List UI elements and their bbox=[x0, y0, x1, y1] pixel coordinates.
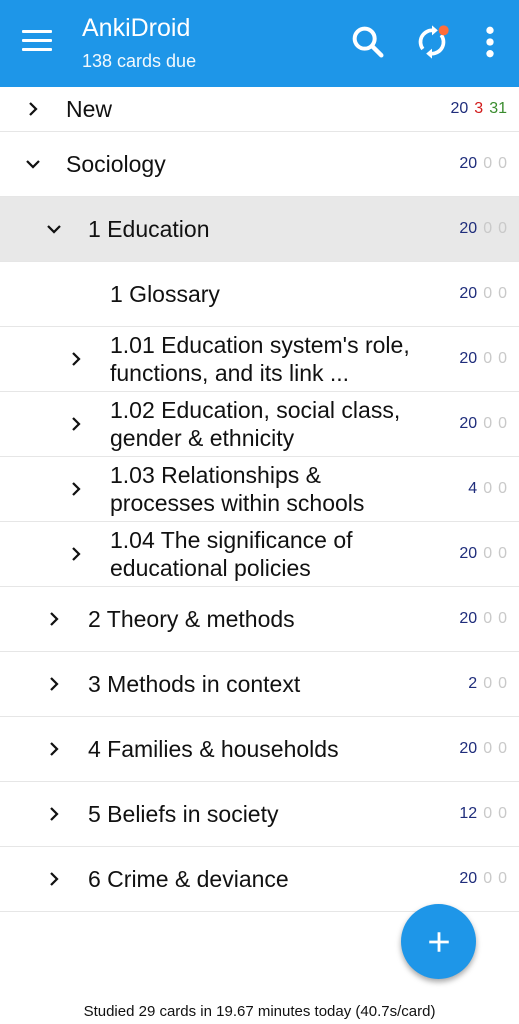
chevron-right-icon[interactable] bbox=[44, 869, 64, 889]
deck-row-crime[interactable]: 6 Crime & deviance 20 0 0 bbox=[0, 847, 519, 912]
deck-counts: 20 0 0 bbox=[459, 610, 507, 627]
deck-counts: 20 0 0 bbox=[459, 870, 507, 887]
sync-icon[interactable] bbox=[412, 22, 452, 62]
deck-row-theory-methods[interactable]: 2 Theory & methods 20 0 0 bbox=[0, 587, 519, 652]
deck-counts: 12 0 0 bbox=[459, 805, 507, 822]
deck-row-beliefs[interactable]: 5 Beliefs in society 12 0 0 bbox=[0, 782, 519, 847]
deck-name: 1.02 Education, social class, gender & e… bbox=[110, 397, 401, 451]
chevron-right-icon[interactable] bbox=[66, 414, 86, 434]
deck-counts: 20 0 0 bbox=[459, 350, 507, 367]
deck-row-methods-in-context[interactable]: 3 Methods in context 200 bbox=[0, 652, 519, 717]
cards-due-subtitle: 138 cards due bbox=[82, 51, 197, 71]
deck-name: 5 Beliefs in society bbox=[88, 801, 279, 827]
chevron-right-icon[interactable] bbox=[66, 479, 86, 499]
deck-name: 6 Crime & deviance bbox=[88, 866, 289, 892]
menu-icon[interactable] bbox=[22, 30, 52, 54]
deck-name: 2 Theory & methods bbox=[88, 606, 295, 632]
deck-counts: 20 0 0 bbox=[459, 285, 507, 302]
deck-row-1-04[interactable]: 1.04 The significance of educational pol… bbox=[0, 522, 519, 587]
deck-row-1-01[interactable]: 1.01 Education system's role, functions,… bbox=[0, 327, 519, 392]
deck-name: 3 Methods in context bbox=[88, 671, 301, 697]
app-title: AnkiDroid bbox=[82, 14, 191, 42]
chevron-right-icon[interactable] bbox=[44, 674, 64, 694]
chevron-down-icon[interactable] bbox=[23, 154, 43, 174]
deck-name: 1 Glossary bbox=[110, 281, 220, 307]
chevron-right-icon[interactable] bbox=[44, 804, 64, 824]
chevron-right-icon[interactable] bbox=[23, 99, 43, 119]
deck-counts: 400 bbox=[468, 480, 507, 497]
app-bar: AnkiDroid 138 cards due bbox=[0, 0, 519, 87]
deck-name: 1.03 Relationships & processes within sc… bbox=[110, 462, 365, 516]
more-vert-icon[interactable] bbox=[470, 22, 510, 62]
deck-row-1-03[interactable]: 1.03 Relationships & processes within sc… bbox=[0, 457, 519, 522]
deck-counts: 200 bbox=[468, 675, 507, 692]
chevron-right-icon[interactable] bbox=[44, 739, 64, 759]
deck-name: 1 Education bbox=[88, 216, 210, 242]
deck-row-glossary[interactable]: 1 Glossary 20 0 0 bbox=[0, 262, 519, 327]
deck-counts: 20 0 0 bbox=[459, 220, 507, 237]
deck-counts: 20 0 0 bbox=[459, 415, 507, 432]
deck-row-1-02[interactable]: 1.02 Education, social class, gender & e… bbox=[0, 392, 519, 457]
deck-counts: 20 3 31 bbox=[450, 100, 508, 117]
chevron-right-icon[interactable] bbox=[66, 544, 86, 564]
deck-counts: 20 0 0 bbox=[459, 740, 507, 757]
chevron-right-icon[interactable] bbox=[44, 609, 64, 629]
deck-name: New bbox=[66, 96, 113, 122]
deck-counts: 20 0 0 bbox=[459, 545, 507, 562]
deck-list: New 20 3 31 Sociology 20 0 0 1 Education 20 0… bbox=[0, 87, 519, 912]
plus-icon bbox=[428, 931, 449, 952]
deck-row-new[interactable]: New 20 3 31 bbox=[0, 87, 519, 132]
deck-name: 1.01 Education system's role, functions,… bbox=[110, 332, 410, 386]
deck-counts: 20 0 0 bbox=[459, 155, 507, 172]
deck-name: Sociology bbox=[66, 151, 166, 177]
search-icon[interactable] bbox=[348, 22, 388, 62]
add-deck-button[interactable] bbox=[401, 904, 476, 979]
sync-badge bbox=[438, 25, 449, 36]
chevron-down-icon[interactable] bbox=[44, 219, 64, 239]
deck-row-families[interactable]: 4 Families & households 20 0 0 bbox=[0, 717, 519, 782]
deck-name: 1.04 The significance of educational pol… bbox=[110, 527, 353, 581]
deck-row-education[interactable]: 1 Education 20 0 0 bbox=[0, 197, 519, 262]
study-stats-footer: Studied 29 cards in 19.67 minutes today … bbox=[83, 1003, 436, 1020]
chevron-right-icon[interactable] bbox=[66, 349, 86, 369]
deck-row-sociology[interactable]: Sociology 20 0 0 bbox=[0, 132, 519, 197]
deck-name: 4 Families & households bbox=[88, 736, 339, 762]
